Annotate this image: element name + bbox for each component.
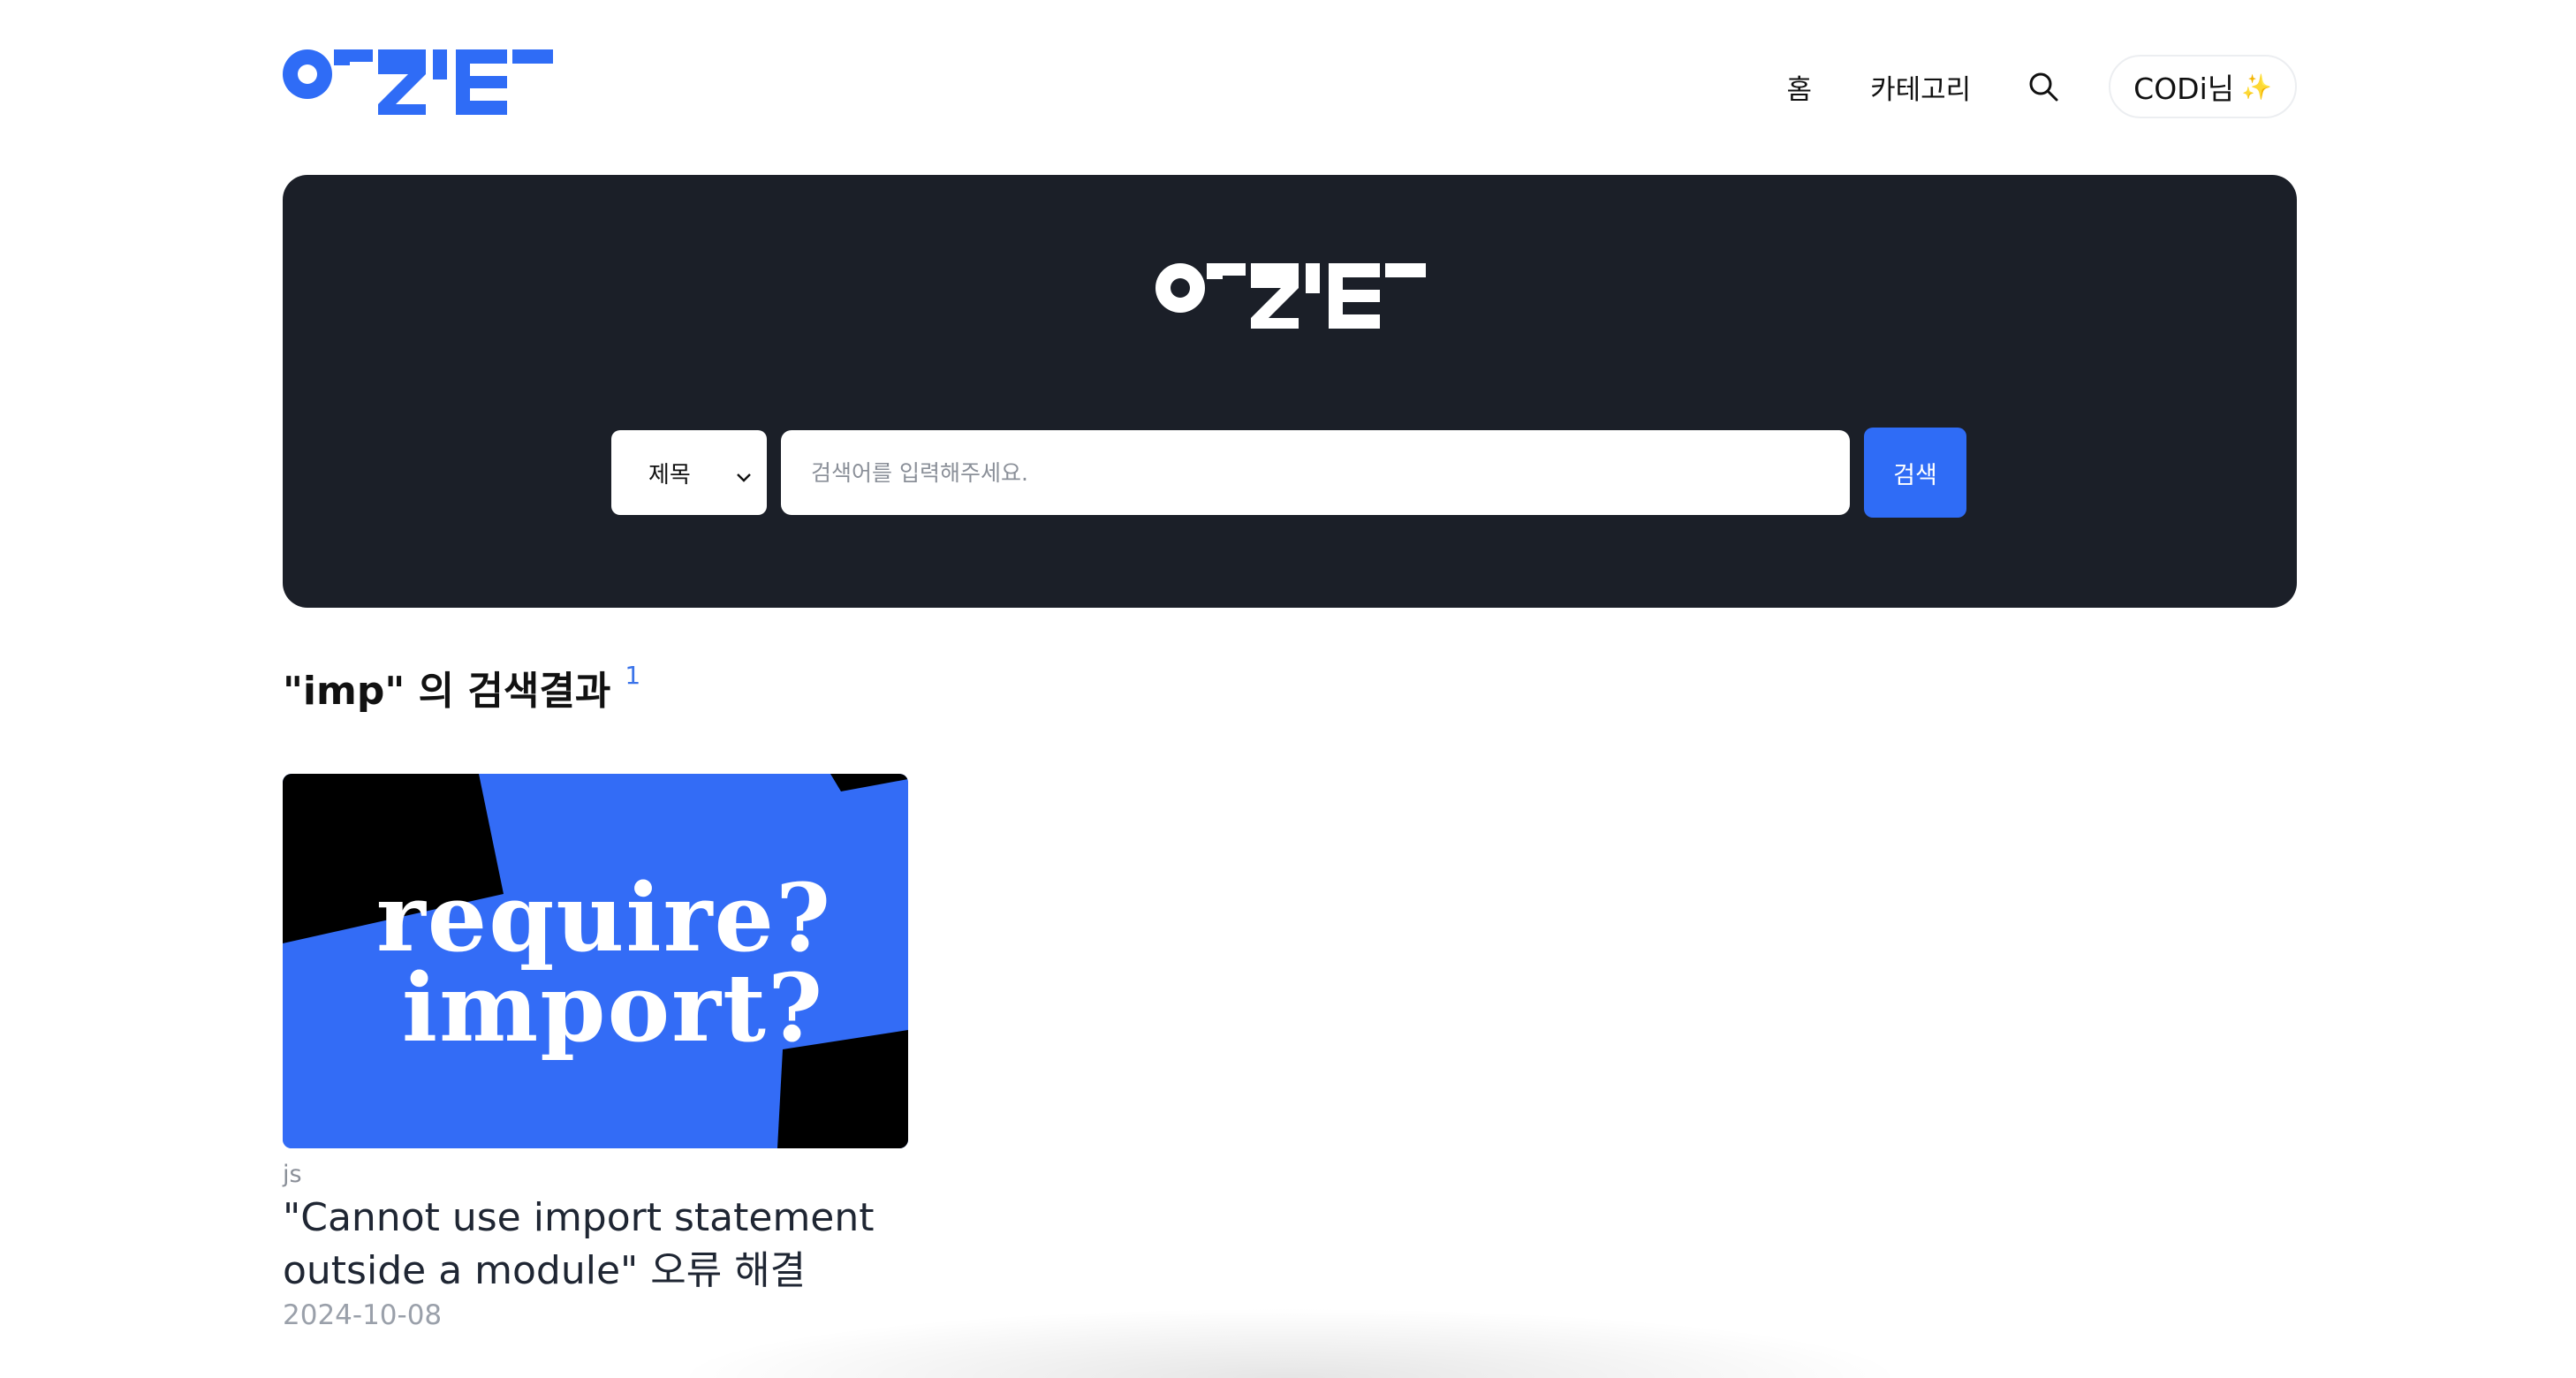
results-count: 1	[625, 661, 641, 690]
top-nav: 홈 카테고리 CODi님 ✨	[1787, 53, 2297, 120]
search-type-select[interactable]: 제목	[611, 430, 767, 515]
search-icon[interactable]	[2026, 69, 2061, 104]
post-category[interactable]: js	[283, 1161, 908, 1188]
chevron-down-icon	[735, 464, 753, 490]
search-input[interactable]	[781, 430, 1850, 515]
site-logo[interactable]	[283, 49, 553, 115]
post-thumbnail[interactable]: require? import?	[283, 774, 908, 1148]
post-card[interactable]: require? import? js "Cannot use import s…	[283, 774, 908, 1331]
user-name: CODi님	[2133, 72, 2235, 106]
search-button[interactable]: 검색	[1864, 428, 1966, 518]
post-title[interactable]: "Cannot use import statement outside a m…	[283, 1192, 908, 1298]
thumbnail-text: import?	[401, 952, 825, 1063]
nav-category-link[interactable]: 카테고리	[1870, 67, 1971, 107]
hero-logo	[1155, 263, 1426, 329]
site-header: 홈 카테고리 CODi님 ✨	[0, 0, 2576, 168]
results-heading: "imp" 의 검색결과 1	[283, 659, 640, 721]
results-title: "imp" 의 검색결과	[283, 669, 611, 714]
sparkle-icon: ✨	[2241, 72, 2272, 102]
search-form: 제목 검색	[611, 428, 1966, 518]
bottom-overlay	[671, 1307, 1908, 1378]
nav-home-link[interactable]: 홈	[1787, 67, 1813, 107]
search-hero: 제목 검색	[283, 175, 2297, 608]
search-type-selected: 제목	[648, 461, 691, 488]
user-menu-button[interactable]: CODi님 ✨	[2109, 55, 2297, 118]
